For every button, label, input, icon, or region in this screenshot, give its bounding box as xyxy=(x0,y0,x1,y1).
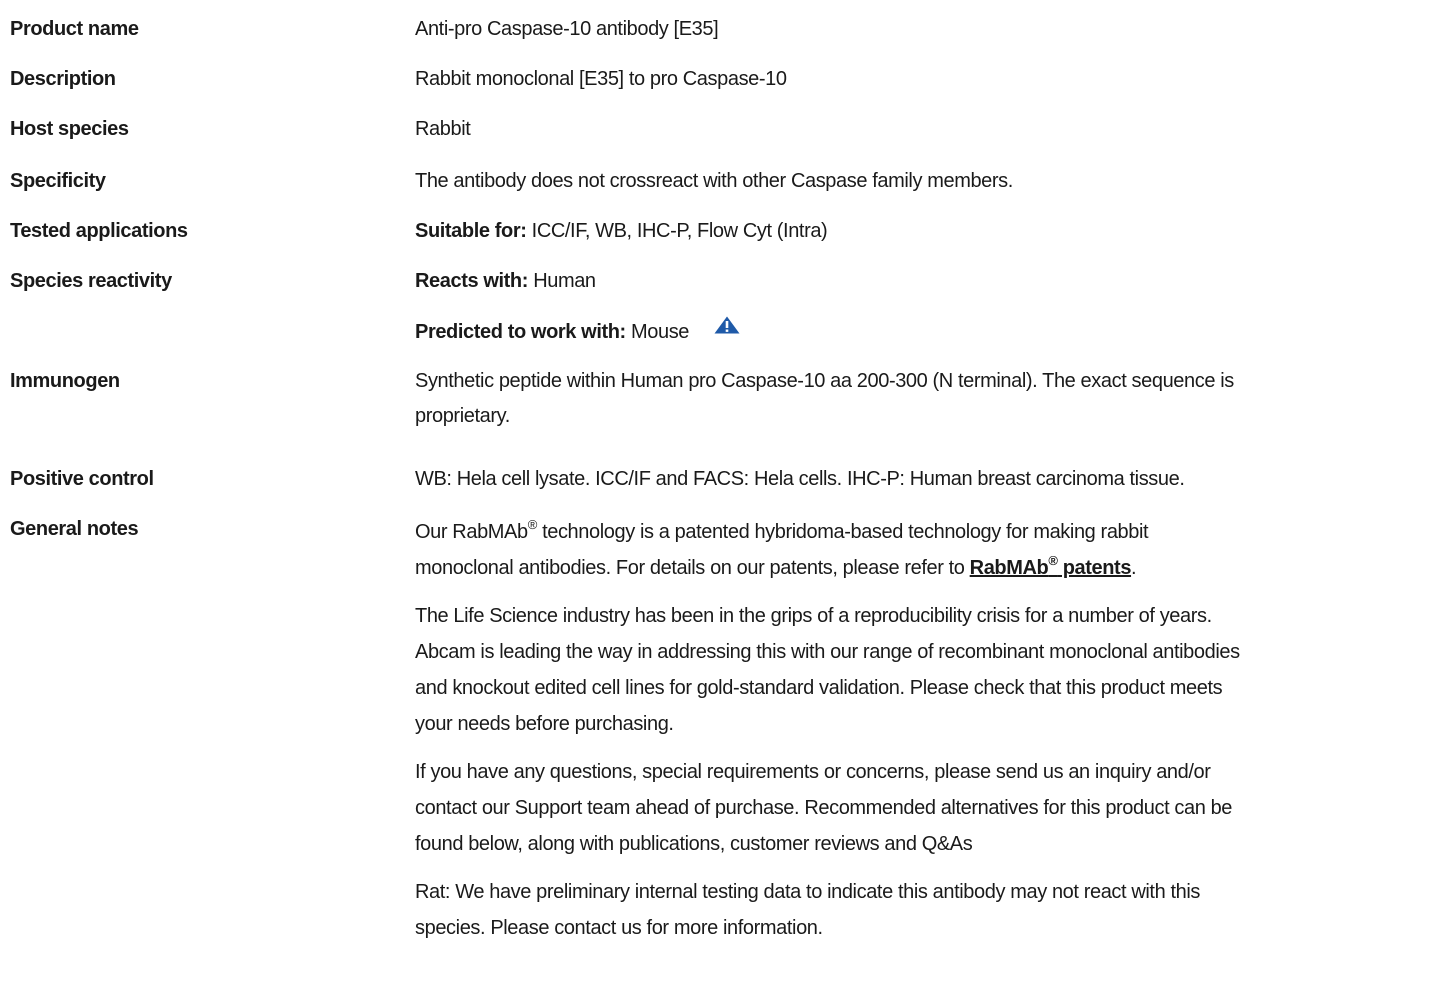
datasheet-table: Product name Anti-pro Caspase-10 antibod… xyxy=(0,0,1448,990)
value-tested-applications: Suitable for: ICC/IF, WB, IHC-P, Flow Cy… xyxy=(415,216,1445,246)
label-description: Description xyxy=(10,68,116,90)
reacts-with-prefix: Reacts with: xyxy=(415,270,529,292)
suitable-for-prefix: Suitable for: xyxy=(415,220,527,242)
notes-p4-line-2: species. Please contact us for more info… xyxy=(415,917,823,939)
notes-paragraph-1: Our RabMAb® technology is a patented hyb… xyxy=(415,514,1445,586)
notes-p4-line-1: Rat: We have preliminary internal testin… xyxy=(415,881,1200,903)
predicted-species: Mouse xyxy=(631,321,690,343)
label-species-reactivity: Species reactivity xyxy=(10,270,172,292)
immunogen-line-2: proprietary. xyxy=(415,405,510,427)
predicted-prefix: Predicted to work with: xyxy=(415,321,626,343)
label-product-name: Product name xyxy=(10,18,139,40)
label-immunogen: Immunogen xyxy=(10,370,120,392)
value-immunogen: Synthetic peptide within Human pro Caspa… xyxy=(415,366,1445,431)
value-description: Rabbit monoclonal [E35] to pro Caspase-1… xyxy=(415,68,787,90)
notes-paragraph-4: Rat: We have preliminary internal testin… xyxy=(415,874,1445,946)
warning-triangle-icon[interactable] xyxy=(714,313,740,343)
link-registered-mark: ® xyxy=(1048,553,1058,569)
notes-p2-line-3: and knockout edited cell lines for gold-… xyxy=(415,677,1223,699)
value-reacts-with: Reacts with: Human xyxy=(415,266,1445,296)
notes-p1-text-a: Our RabMAb xyxy=(415,521,528,543)
label-specificity: Specificity xyxy=(10,170,106,192)
registered-mark: ® xyxy=(527,517,538,533)
value-general-notes: Our RabMAb® technology is a patented hyb… xyxy=(415,514,1445,946)
rabmab-patents-link[interactable]: RabMAb® patents xyxy=(969,554,1132,579)
notes-p3-line-2: contact our Support team ahead of purcha… xyxy=(415,797,1233,819)
notes-p1-end: . xyxy=(1131,557,1137,579)
notes-p1-text-c: monoclonal antibodies. For details on ou… xyxy=(415,557,970,579)
notes-p2-line-4: your needs before purchasing. xyxy=(415,713,674,735)
suitable-for-list: ICC/IF, WB, IHC-P, Flow Cyt (Intra) xyxy=(531,220,828,242)
immunogen-line-1: Synthetic peptide within Human pro Caspa… xyxy=(415,370,1234,392)
link-text-a: RabMAb xyxy=(969,557,1049,579)
notes-p2-line-2: Abcam is leading the way in addressing t… xyxy=(415,641,1240,663)
label-tested-applications: Tested applications xyxy=(10,220,188,242)
label-host-species: Host species xyxy=(10,118,129,140)
value-specificity: The antibody does not crossreact with ot… xyxy=(415,170,1013,192)
label-positive-control: Positive control xyxy=(10,468,154,490)
reacts-with-species: Human xyxy=(533,270,596,292)
value-positive-control: WB: Hela cell lysate. ICC/IF and FACS: H… xyxy=(415,468,1185,490)
notes-p3-line-3: found below, along with publications, cu… xyxy=(415,833,973,855)
notes-p1-text-b: technology is a patented hybridoma-based… xyxy=(536,521,1149,543)
value-predicted-to-work-with: Predicted to work with: Mouse xyxy=(415,316,1445,348)
notes-paragraph-3: If you have any questions, special requi… xyxy=(415,754,1445,862)
value-host-species: Rabbit xyxy=(415,118,471,140)
label-general-notes: General notes xyxy=(10,518,139,540)
notes-p2-line-1: The Life Science industry has been in th… xyxy=(415,605,1212,627)
notes-p3-line-1: If you have any questions, special requi… xyxy=(415,761,1211,783)
notes-paragraph-2: The Life Science industry has been in th… xyxy=(415,598,1445,742)
value-product-name: Anti-pro Caspase-10 antibody [E35] xyxy=(415,18,719,40)
link-text-b: patents xyxy=(1057,557,1132,579)
